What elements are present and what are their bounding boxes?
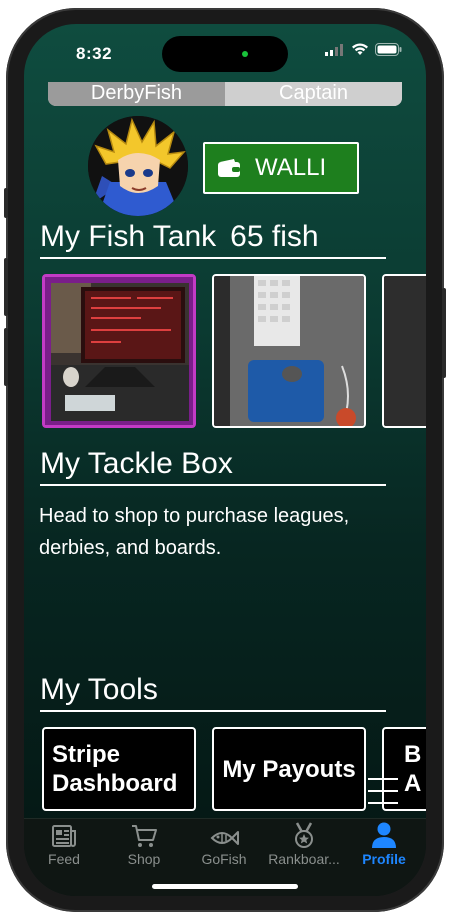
power-button [442, 288, 446, 378]
tab-profile-label: Profile [362, 851, 406, 867]
wallet-icon [217, 158, 241, 178]
volume-down-button [4, 328, 8, 386]
tab-feed-label: Feed [48, 851, 80, 867]
fish-photo-keyboard-mousepad [214, 276, 364, 426]
avatar-character-image [88, 116, 188, 216]
status-bar: 8:32 [24, 24, 426, 80]
battery-icon [375, 43, 402, 56]
fish-count: 65 fish [230, 220, 319, 253]
camera-indicator-icon [242, 51, 248, 57]
dynamic-island [162, 36, 288, 72]
fish-tank-divider [40, 257, 386, 259]
fish-photo-partial [384, 276, 426, 426]
tools-divider [40, 710, 386, 712]
wallet-label: WALLI [255, 154, 327, 181]
hamburger-menu-icon[interactable] [368, 778, 398, 804]
my-payouts-label: My Payouts [222, 755, 356, 783]
stripe-dashboard-card[interactable]: Stripe Dashboard [42, 727, 196, 811]
cellular-signal-icon [325, 43, 343, 56]
newspaper-icon [24, 819, 104, 849]
role-segmented-control: DerbyFish Captain [48, 82, 402, 106]
my-payouts-card[interactable]: My Payouts [212, 727, 366, 811]
tab-shop-label: Shop [127, 851, 161, 867]
volume-up-button [4, 258, 8, 316]
action-button [4, 188, 8, 218]
status-time: 8:32 [76, 44, 113, 63]
fish-photo-card[interactable] [42, 274, 196, 428]
wifi-icon [352, 43, 368, 55]
tab-feed[interactable]: Feed [24, 819, 104, 871]
tab-gofish[interactable]: GoFish [184, 819, 264, 871]
medal-icon [264, 819, 344, 849]
fish-photo-card[interactable] [382, 274, 426, 428]
person-icon [344, 819, 424, 849]
tools-title: My Tools [40, 673, 158, 706]
tackle-box-title: My Tackle Box [40, 447, 233, 480]
segment-captain[interactable]: Captain [225, 82, 402, 106]
tool-card-partial-label: B A [404, 741, 422, 797]
fish-photo-desk-monitor [45, 277, 193, 425]
wallet-button[interactable]: WALLI [203, 142, 359, 194]
cart-icon [104, 819, 184, 849]
tackle-box-empty-message: Head to shop to purchase leagues, derbie… [39, 505, 350, 559]
tab-rankboards-label: Rankboar... [268, 851, 340, 867]
app-screen: 8:32 DerbyFish Captain WALLI My Fish Tan… [24, 24, 426, 896]
tab-shop[interactable]: Shop [104, 819, 184, 871]
segment-derbyfish[interactable]: DerbyFish [48, 82, 225, 106]
fish-icon [184, 819, 264, 849]
tackle-box-divider [40, 484, 386, 486]
profile-avatar[interactable] [88, 116, 188, 216]
stripe-dashboard-label: Stripe Dashboard [52, 741, 178, 797]
fish-photo-card[interactable] [212, 274, 366, 428]
fish-tank-title: My Fish Tank [40, 220, 217, 253]
tab-profile[interactable]: Profile [344, 819, 424, 871]
status-icons [325, 43, 402, 56]
tab-gofish-label: GoFish [201, 851, 247, 867]
home-indicator[interactable] [152, 884, 298, 889]
fish-tank-heading: My Fish Tank 65 fish [40, 220, 319, 254]
tab-rankboards[interactable]: Rankboar... [264, 819, 344, 871]
